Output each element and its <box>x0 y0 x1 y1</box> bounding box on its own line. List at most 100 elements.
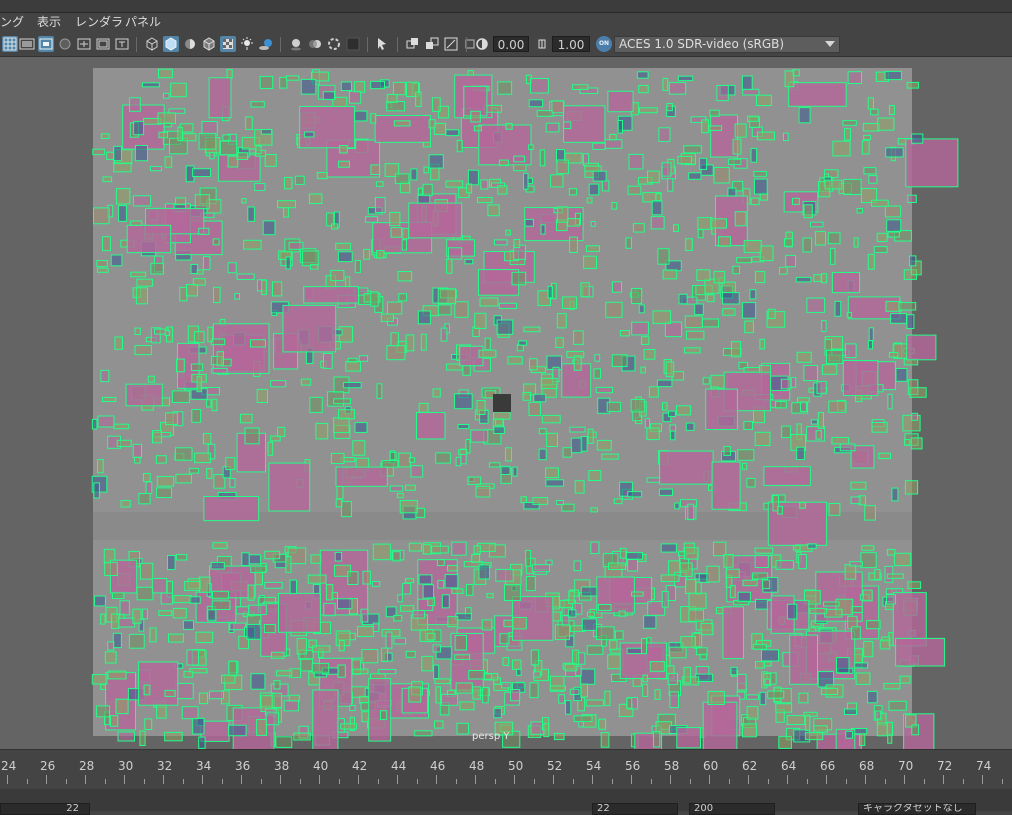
anti-aliasing-icon[interactable] <box>326 36 342 52</box>
range-start-field[interactable]: 22 <box>0 803 90 815</box>
building <box>349 705 356 711</box>
building <box>862 123 880 132</box>
colorspace-toggle[interactable]: ON <box>596 36 612 52</box>
building <box>498 159 509 166</box>
menu-renderer[interactable]: レンダラ <box>75 14 123 31</box>
building <box>619 330 630 337</box>
building <box>100 369 110 383</box>
building <box>288 241 304 250</box>
building <box>436 559 445 567</box>
exposure-field[interactable]: 0.00 <box>493 36 529 52</box>
lights-icon[interactable] <box>239 36 255 52</box>
safe-title-icon[interactable] <box>114 36 130 52</box>
building <box>338 409 355 420</box>
xray-joints-icon[interactable] <box>443 36 459 52</box>
building <box>270 651 285 659</box>
wireframe-on-shaded-icon[interactable] <box>201 36 217 52</box>
building <box>888 700 907 711</box>
building <box>396 492 404 499</box>
building <box>196 269 204 275</box>
building <box>307 574 327 584</box>
safe-action-icon[interactable] <box>95 36 111 52</box>
building <box>304 131 315 138</box>
xray-active-icon[interactable] <box>424 36 440 52</box>
building <box>705 388 738 431</box>
building <box>455 682 473 694</box>
depth-of-field-icon[interactable] <box>345 36 361 52</box>
time-slider[interactable]: 24 26 28 30 32 34 36 38 40 42 44 46 48 50 52 54 56 58 60 62… <box>0 749 1012 790</box>
camera-pivot-marker <box>493 394 511 412</box>
character-set-dropdown[interactable]: キャラクタセットなし <box>858 803 976 815</box>
building <box>706 294 715 303</box>
animation-end-field[interactable]: 200 <box>689 803 775 815</box>
film-gate-icon[interactable] <box>19 36 35 52</box>
resolution-gate-icon[interactable] <box>38 36 54 52</box>
building <box>676 405 692 416</box>
building <box>152 430 162 444</box>
building <box>698 157 708 170</box>
smooth-shade-icon[interactable] <box>163 36 179 52</box>
building <box>867 340 874 350</box>
menu-panels[interactable]: パネル <box>125 14 161 31</box>
building <box>888 105 895 115</box>
exposure-icon[interactable] <box>474 36 490 52</box>
building <box>285 256 291 270</box>
building <box>551 100 564 114</box>
building <box>895 637 946 667</box>
timeline-tick <box>7 775 8 784</box>
building <box>176 358 185 373</box>
animation-start-field[interactable]: 22 <box>592 803 678 815</box>
timeline-tick <box>943 775 944 784</box>
building <box>497 185 508 195</box>
menu-lighting[interactable]: ング <box>0 14 24 31</box>
building <box>700 622 714 636</box>
timeline-tick <box>670 775 671 784</box>
building <box>182 620 194 630</box>
motion-blur-icon[interactable] <box>307 36 323 52</box>
building <box>175 682 194 700</box>
gate-mask-icon[interactable] <box>57 36 73 52</box>
building <box>844 128 851 141</box>
building <box>145 481 153 494</box>
building <box>456 140 463 153</box>
building <box>775 560 795 570</box>
building <box>722 606 744 660</box>
grid-icon[interactable] <box>2 36 18 52</box>
building <box>389 485 404 492</box>
colorspace-dropdown[interactable]: ACES 1.0 SDR-video (sRGB) <box>614 36 840 53</box>
building <box>323 353 333 369</box>
building <box>709 109 720 117</box>
building <box>570 437 583 454</box>
gamma-icon[interactable] <box>534 36 550 52</box>
gamma-field[interactable]: 1.00 <box>552 36 590 52</box>
menu-show[interactable]: 表示 <box>37 14 61 31</box>
building <box>256 388 269 403</box>
building <box>707 690 725 706</box>
3d-viewport[interactable]: persp Y <box>0 57 1012 749</box>
isolate-select-icon[interactable] <box>375 36 391 52</box>
building <box>563 121 572 129</box>
wireframe-icon[interactable] <box>144 36 160 52</box>
building <box>754 271 766 284</box>
building <box>906 81 920 89</box>
building <box>513 155 525 163</box>
building <box>92 148 105 156</box>
field-chart-icon[interactable] <box>76 36 92 52</box>
building <box>96 705 111 718</box>
shadows-icon[interactable] <box>258 36 274 52</box>
timeline-tick <box>845 779 847 784</box>
ambient-occlusion-icon[interactable] <box>288 36 304 52</box>
building <box>138 493 151 505</box>
building <box>684 315 703 329</box>
building <box>392 81 406 96</box>
building <box>831 272 861 294</box>
building <box>102 176 113 183</box>
building <box>415 91 422 107</box>
xray-icon[interactable] <box>405 36 421 52</box>
textured-icon[interactable] <box>220 36 236 52</box>
building <box>165 412 178 426</box>
shade-all-icon[interactable] <box>182 36 198 52</box>
building <box>198 132 217 150</box>
chevron-down-icon <box>825 41 835 47</box>
building <box>206 399 212 408</box>
